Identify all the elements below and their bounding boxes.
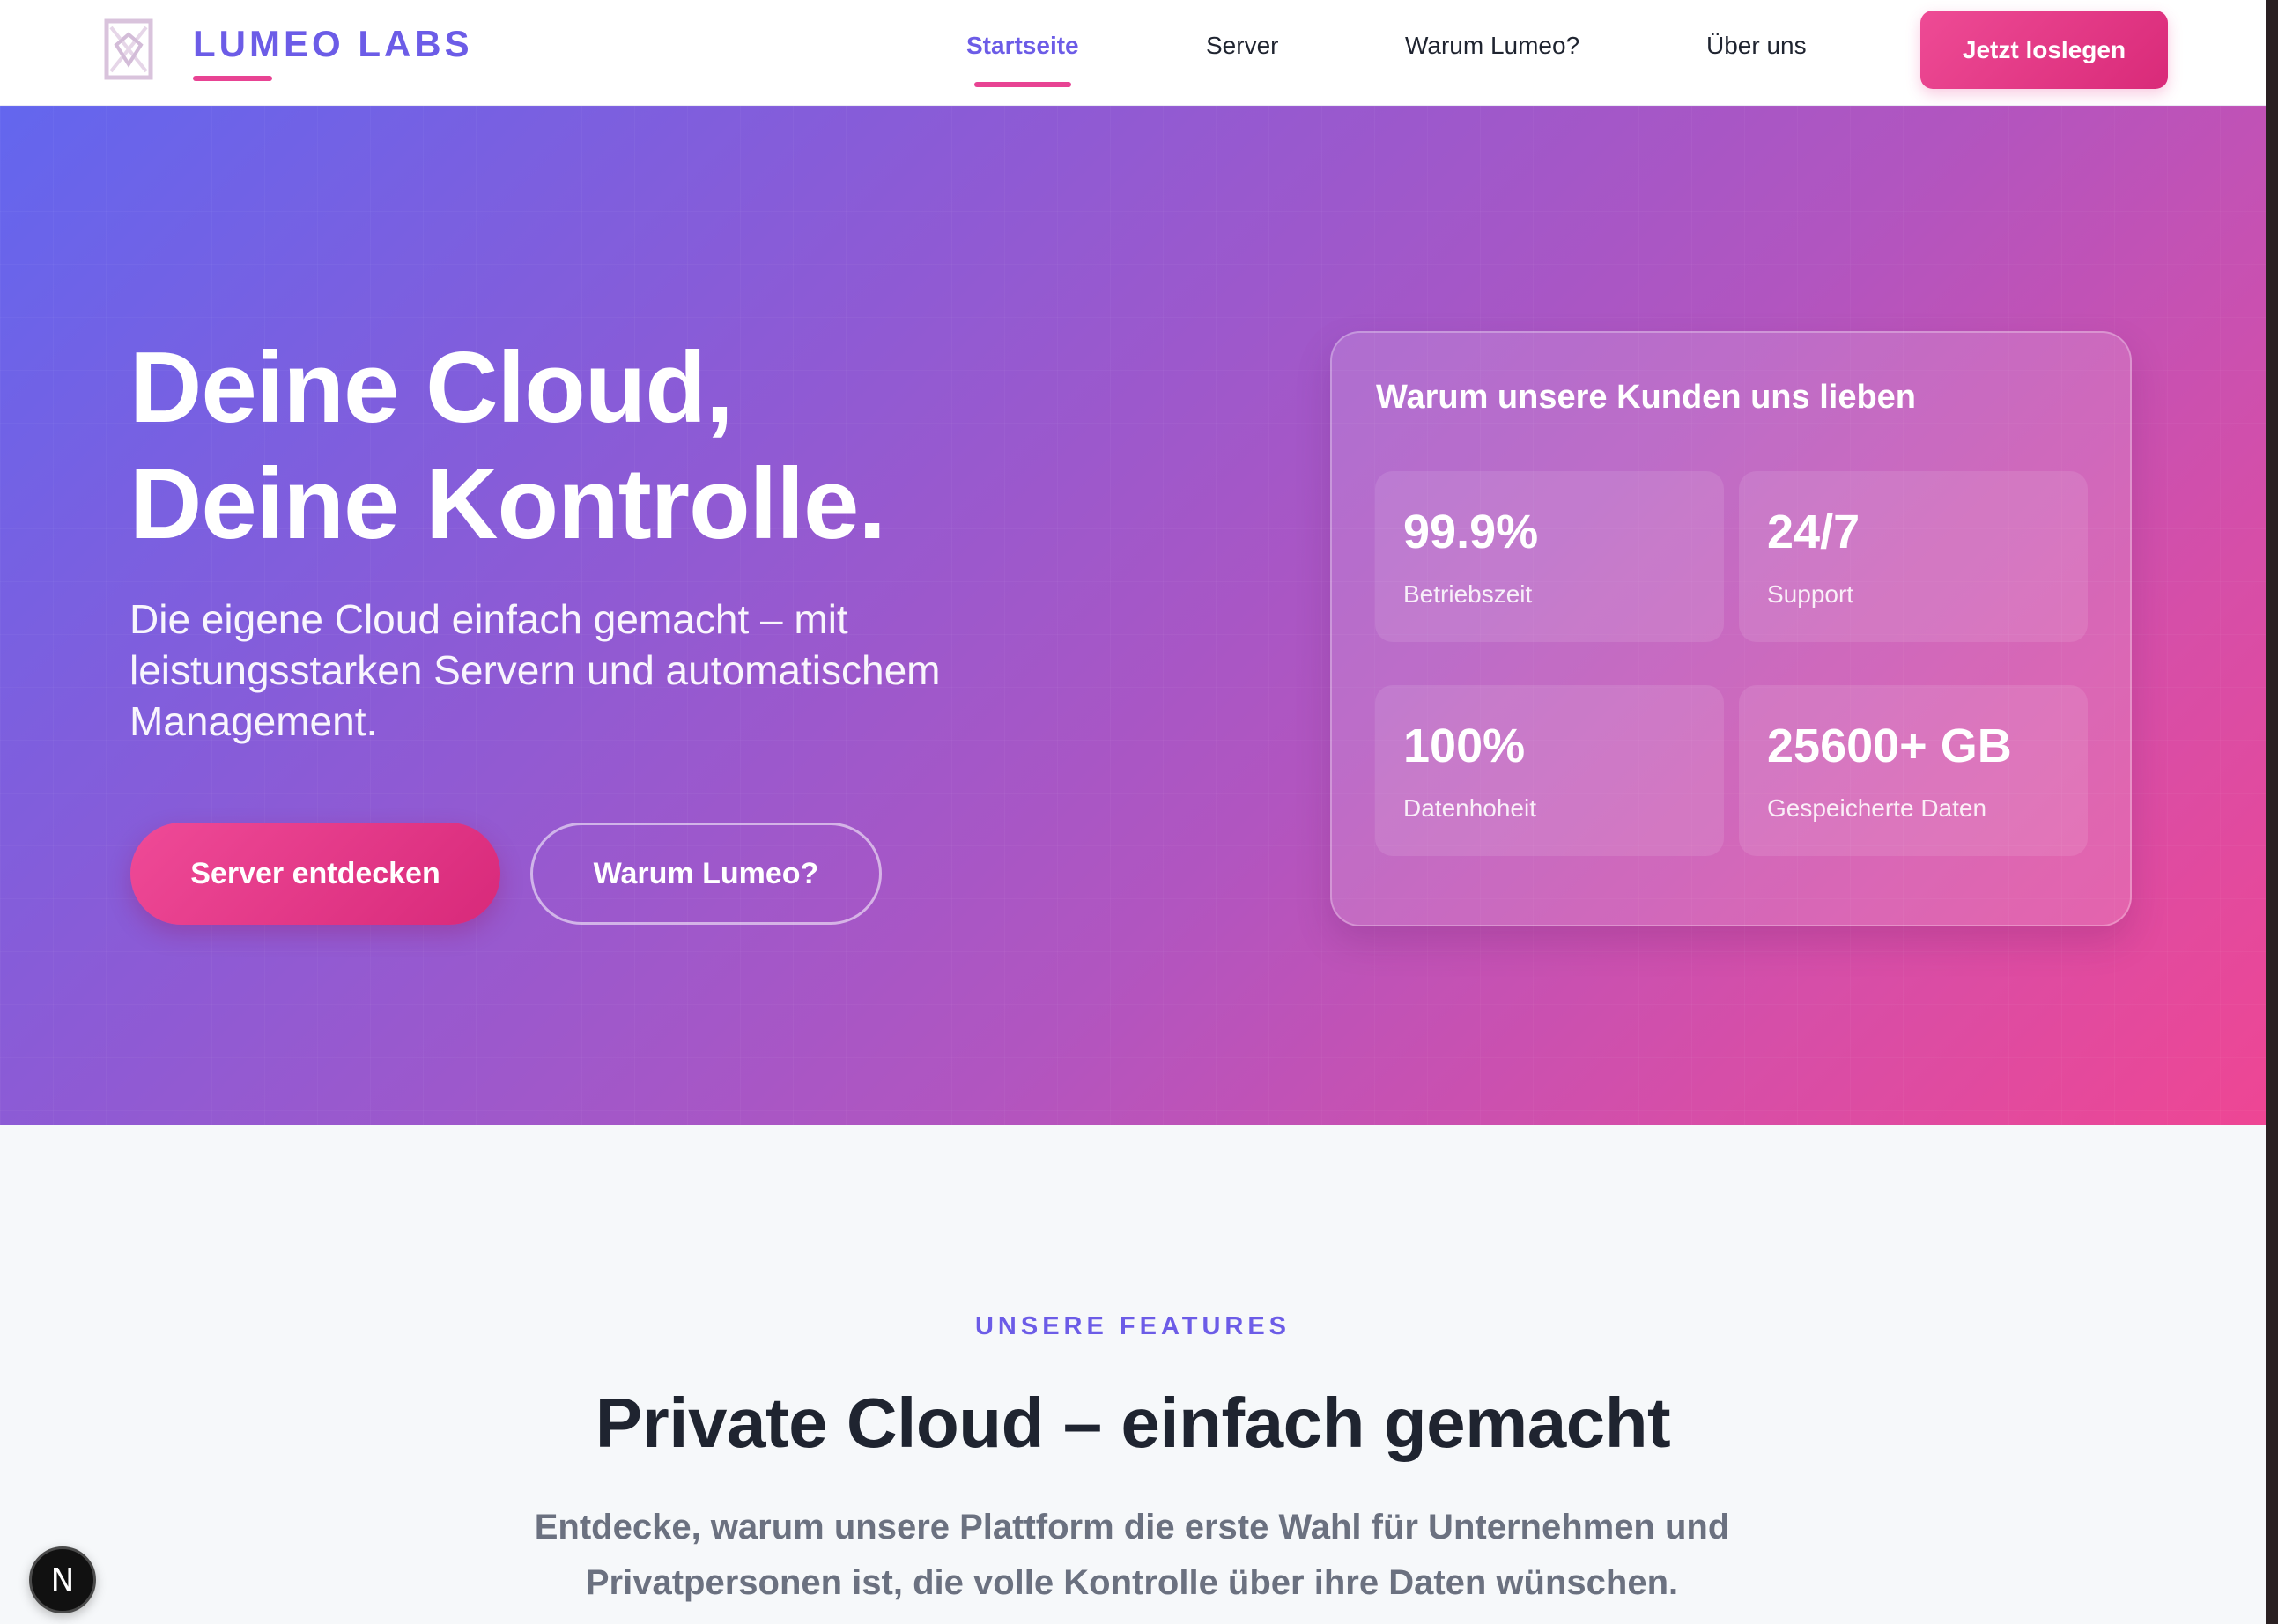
nav-link-warum-lumeo[interactable]: Warum Lumeo?: [1405, 32, 1579, 60]
stat-label: Betriebszeit: [1403, 580, 1533, 608]
dev-badge-letter: N: [50, 1561, 75, 1598]
stat-label: Datenhoheit: [1403, 794, 1537, 822]
brand-underline: [193, 76, 272, 81]
nav-link-ueber-uns[interactable]: Über uns: [1706, 32, 1807, 60]
discover-servers-button[interactable]: Server entdecken: [130, 823, 500, 925]
stat-value: 99.9%: [1403, 506, 1539, 558]
hero-title: Deine Cloud, Deine Kontrolle.: [129, 330, 886, 563]
nav-active-indicator: [974, 82, 1071, 87]
stat-value: 100%: [1403, 720, 1526, 772]
hero-subtitle: Die eigene Cloud einfach gemacht – mit l…: [129, 596, 941, 744]
stat-label: Support: [1767, 580, 1854, 608]
nav-link-startseite[interactable]: Startseite: [966, 32, 1079, 60]
window-edge: [2266, 0, 2278, 1624]
stat-support: 24/7 Support: [1739, 471, 2088, 642]
brand-name[interactable]: LUMEO LABS: [193, 23, 473, 65]
nextjs-dev-indicator-icon[interactable]: N: [29, 1546, 96, 1613]
nav-link-server[interactable]: Server: [1206, 32, 1278, 60]
get-started-button[interactable]: Jetzt loslegen: [1920, 11, 2168, 89]
hero-title-line1: Deine Cloud,: [129, 332, 734, 444]
stats-card: Warum unsere Kunden uns lieben 99.9% Bet…: [1330, 331, 2132, 926]
page: LUMEO LABS Startseite Server Warum Lumeo…: [0, 0, 2278, 1624]
stat-label: Gespeicherte Daten: [1767, 794, 1987, 822]
stat-stored-data: 25600+ GB Gespeicherte Daten: [1739, 685, 2088, 856]
why-lumeo-button[interactable]: Warum Lumeo?: [530, 823, 882, 925]
features-eyebrow: UNSERE FEATURES: [974, 1312, 1291, 1340]
stat-uptime: 99.9% Betriebszeit: [1375, 471, 1724, 642]
stats-card-title: Warum unsere Kunden uns lieben: [1376, 379, 1917, 416]
hero-title-line2: Deine Kontrolle.: [129, 448, 886, 560]
stat-data-sovereignty: 100% Datenhoheit: [1375, 685, 1724, 856]
top-navbar: LUMEO LABS Startseite Server Warum Lumeo…: [0, 0, 2266, 106]
features-title: Private Cloud – einfach gemacht: [595, 1384, 1671, 1462]
features-subtitle: Entdecke, warum unsere Plattform die ers…: [534, 1508, 1730, 1602]
hero-section: Deine Cloud, Deine Kontrolle. Die eigene…: [0, 106, 2266, 1125]
logo-icon[interactable]: [104, 18, 153, 80]
stat-value: 24/7: [1767, 506, 1860, 558]
stat-value: 25600+ GB: [1767, 720, 2012, 772]
